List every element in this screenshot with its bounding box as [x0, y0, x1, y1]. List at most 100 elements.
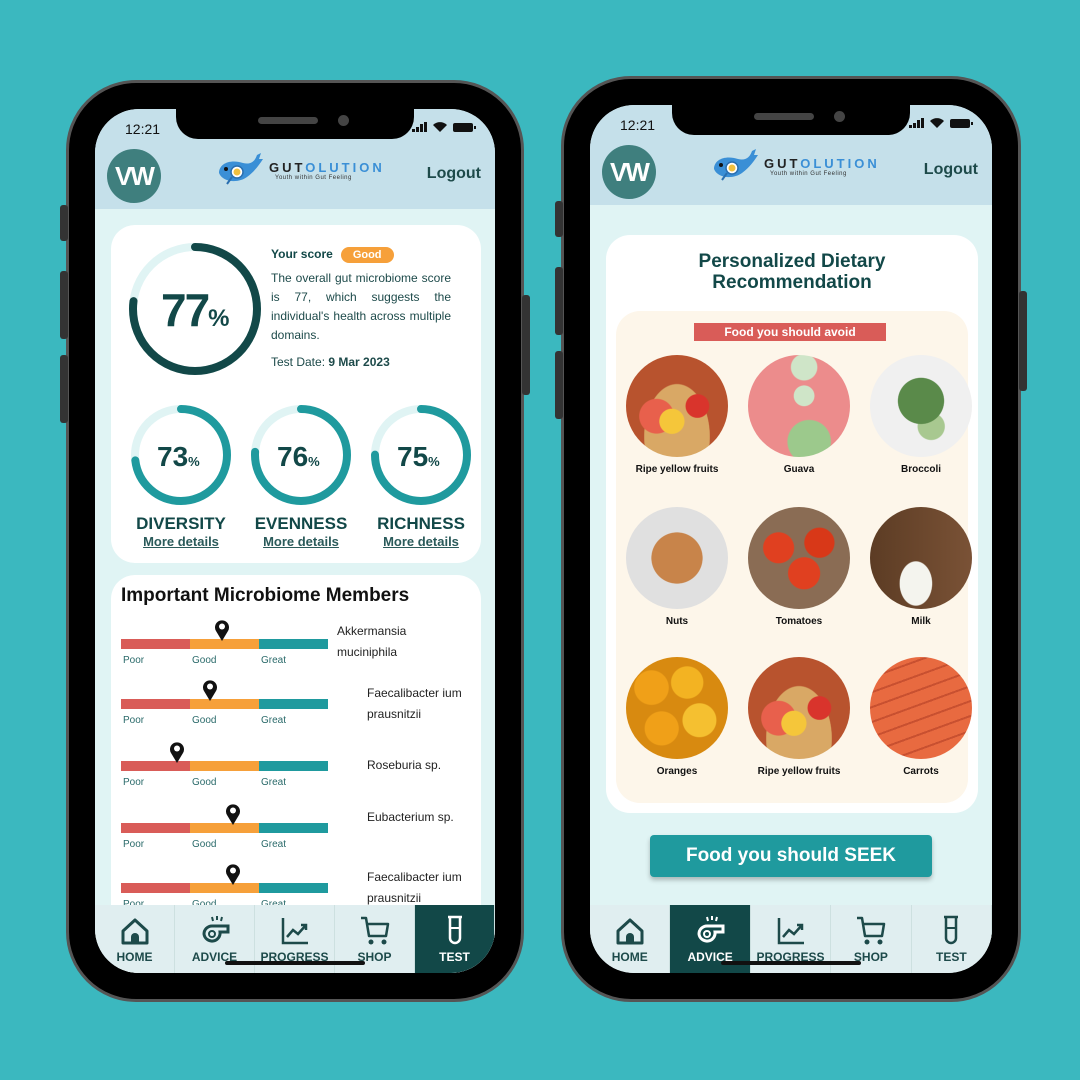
scale-label: Poor	[123, 655, 145, 666]
whale-logo-icon	[219, 153, 263, 185]
scale-great	[259, 639, 328, 649]
dietary-recommendation-card: Personalized Dietary Recommendation Food …	[606, 235, 978, 813]
evenness-more-details-link[interactable]: More details	[251, 534, 351, 549]
brand-olution: OLUTION	[305, 159, 385, 175]
gutolution-logo: GUTOLUTION Youth within Gut Feeling	[710, 147, 880, 185]
members-title: Important Microbiome Members	[121, 585, 410, 606]
tomatoes-photo	[748, 507, 850, 609]
food-item[interactable]: Broccoli	[866, 355, 976, 475]
gutolution-logo: GUTOLUTION Youth within Gut Feeling	[215, 151, 385, 189]
food-item[interactable]: Milk	[866, 507, 976, 627]
food-item[interactable]: Nuts	[622, 507, 732, 627]
scale-poor	[121, 639, 190, 649]
member-name: Akkermansia muciniphila	[337, 624, 407, 659]
notch	[176, 109, 414, 139]
food-name: Carrots	[903, 766, 939, 777]
signal-icon	[412, 122, 427, 132]
nav-test[interactable]: TEST	[912, 905, 992, 973]
diet-title: Personalized Dietary Recommendation	[698, 251, 886, 293]
mute-switch	[555, 201, 563, 237]
scale-labels: Poor Good Great	[121, 715, 328, 726]
nav-home[interactable]: HOME	[95, 905, 175, 973]
richness-label: RICHNESS	[377, 514, 465, 533]
chart-icon	[281, 918, 308, 945]
avoid-banner: Food you should avoid	[694, 323, 886, 341]
volume-down-button	[555, 351, 563, 419]
food-item[interactable]: Ripe yellow fruits	[744, 657, 854, 777]
scale-label: Good	[192, 839, 217, 850]
food-name: Nuts	[665, 616, 689, 627]
score-summary: Your score Good The overall gut microbiom…	[271, 245, 451, 369]
whale-logo-icon	[714, 149, 758, 181]
nav-label: TEST	[439, 950, 470, 964]
scale-label: Great	[261, 839, 287, 850]
app-screen: 12:21 VW GUTOLUTION Youth within Gut Fee…	[95, 109, 495, 973]
scale-great	[259, 883, 328, 893]
food-item[interactable]: Guava	[744, 355, 854, 475]
evenness-value: 76%	[277, 441, 320, 472]
logout-button[interactable]: Logout	[924, 161, 978, 179]
food-name: Ripe yellow fruits	[757, 766, 841, 777]
scale-good	[190, 699, 259, 709]
volume-up-button	[555, 267, 563, 335]
logout-button[interactable]: Logout	[427, 165, 481, 183]
diversity-label: DIVERSITY	[136, 514, 226, 533]
scale-label: Good	[192, 777, 217, 788]
metric-diversity: 73% DIVERSITY More details	[131, 405, 231, 549]
home-indicator	[721, 961, 861, 965]
scale-great	[259, 699, 328, 709]
member-row: Poor Good Great Faecalibacter ium prausnitz…	[121, 679, 462, 729]
cart-icon	[360, 916, 389, 945]
test-tube-icon	[944, 915, 959, 945]
richness-more-details-link[interactable]: More details	[371, 534, 471, 549]
power-button	[522, 295, 530, 395]
scale-label: Poor	[123, 715, 145, 726]
guava-photo	[748, 355, 850, 457]
food-name: Tomatoes	[775, 616, 823, 627]
scale-label: Poor	[123, 777, 145, 788]
test-tube-icon	[447, 915, 462, 945]
location-pin-icon	[225, 804, 240, 825]
scale-labels: Poor Good Great	[121, 655, 328, 666]
nav-home[interactable]: HOME	[590, 905, 671, 973]
nav-label: TEST	[935, 950, 967, 964]
chart-icon	[777, 918, 804, 945]
avatar[interactable]: VW	[602, 145, 656, 199]
status-icons	[909, 117, 973, 129]
brand-gut: GUT	[764, 155, 801, 171]
scale-label: Poor	[123, 839, 145, 850]
scale-good	[190, 761, 259, 771]
food-name: Oranges	[656, 766, 698, 777]
location-pin-icon	[225, 864, 240, 885]
location-pin-icon	[215, 620, 230, 641]
power-button	[1019, 291, 1027, 391]
home-icon	[121, 918, 148, 945]
scale-labels: Poor Good Great	[121, 839, 328, 850]
scale-poor	[121, 823, 190, 833]
food-item[interactable]: Carrots	[866, 657, 976, 777]
avatar[interactable]: VW	[107, 149, 161, 203]
diversity-more-details-link[interactable]: More details	[131, 534, 231, 549]
diversity-value: 73%	[157, 441, 200, 472]
food-name: Ripe yellow fruits	[635, 464, 719, 475]
status-icons	[412, 121, 476, 133]
scale-label: Good	[192, 655, 217, 666]
signal-icon	[909, 118, 924, 128]
nav-label: HOME	[611, 950, 648, 964]
nav-test[interactable]: TEST	[415, 905, 495, 973]
score-card: 77% Your score Good The overall gut micro…	[111, 225, 481, 563]
evenness-label: EVENNESS	[254, 514, 348, 533]
score-description: The overall gut microbiome score is 77, …	[271, 271, 451, 342]
test-date: Test Date: 9 Mar 2023	[271, 355, 390, 369]
food-item[interactable]: Oranges	[622, 657, 732, 777]
wifi-icon	[930, 118, 944, 128]
nuts-photo	[626, 507, 728, 609]
food-item[interactable]: Ripe yellow fruits	[622, 355, 732, 475]
food-to-seek-button[interactable]: Food you should SEEK	[650, 835, 932, 877]
food-item[interactable]: Tomatoes	[744, 507, 854, 627]
metric-richness: 75% RICHNESS More details	[371, 405, 471, 549]
volume-down-button	[60, 355, 68, 423]
notch	[672, 105, 910, 135]
scale-poor	[121, 699, 190, 709]
metric-evenness: 76% EVENNESS More details	[251, 405, 351, 549]
